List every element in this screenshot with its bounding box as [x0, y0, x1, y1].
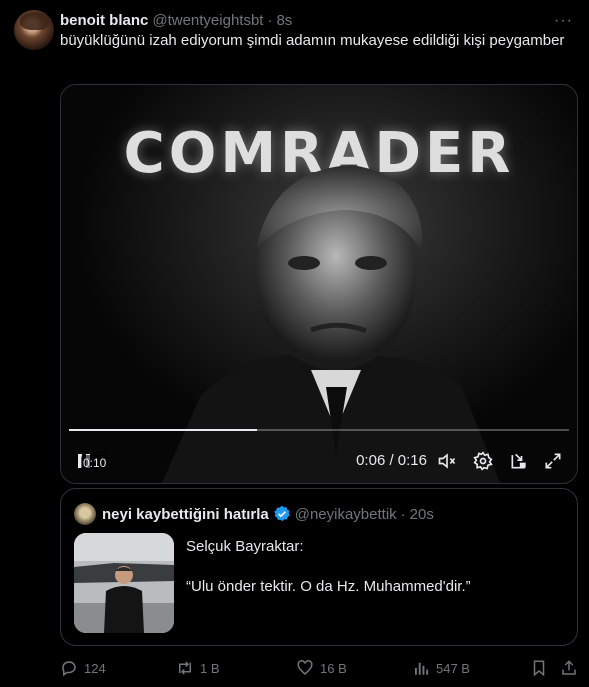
reply-count: 124	[84, 660, 106, 676]
quoted-tweet-text: Selçuk Bayraktar: “Ulu önder tektir. O d…	[186, 537, 566, 597]
video-player[interactable]: COMRADER 0:10 0:06 / 0:16	[60, 84, 578, 484]
retweet-count: 1 B	[200, 660, 220, 676]
retweet-icon	[179, 661, 191, 675]
quoted-text-line	[186, 557, 566, 577]
reply-icon	[62, 661, 76, 677]
reply-button[interactable]: 124	[60, 656, 106, 680]
share-button[interactable]	[560, 656, 578, 680]
fullscreen-icon[interactable]	[543, 451, 563, 471]
tweet-actions: 124 1 B 16 B 547 B	[60, 656, 580, 680]
views-button[interactable]: 547 B	[412, 656, 470, 680]
video-progress-bar[interactable]	[69, 429, 569, 431]
bookmark-icon	[533, 660, 545, 677]
video-time-display: 0:06 / 0:16	[356, 452, 427, 469]
views-count: 547 B	[436, 660, 470, 676]
quoted-author-avatar[interactable]	[74, 503, 96, 525]
like-count: 16 B	[320, 660, 347, 676]
video-progress-fill	[69, 429, 257, 431]
tweet-header: benoit blanc @twentyeightsbt · 8s	[60, 10, 292, 30]
video-controls: 0:10 0:06 / 0:16	[61, 445, 577, 475]
tweet: benoit blanc @twentyeightsbt · 8s ··· bü…	[0, 0, 589, 687]
tweet-timestamp[interactable]: 8s	[276, 12, 292, 29]
quoted-text-line: Selçuk Bayraktar:	[186, 538, 304, 555]
picture-in-picture-icon[interactable]	[509, 451, 529, 471]
like-button[interactable]: 16 B	[296, 656, 347, 680]
volume-muted-icon[interactable]	[437, 451, 457, 471]
author-display-name[interactable]: benoit blanc	[60, 12, 148, 29]
views-icon	[415, 662, 429, 675]
quoted-author-handle[interactable]: @neyikaybettik	[295, 506, 397, 523]
settings-icon[interactable]	[473, 451, 493, 471]
quoted-tweet[interactable]: neyi kaybettiğini hatırla @neyikaybettik…	[60, 488, 578, 646]
author-avatar[interactable]	[14, 10, 54, 50]
quoted-author-display-name[interactable]: neyi kaybettiğini hatırla	[102, 506, 269, 523]
share-icon	[562, 660, 576, 675]
video-duration-badge: 0:10	[81, 455, 109, 471]
tweet-text: büyüklüğünü izah ediyorum şimdi adamın m…	[60, 32, 565, 49]
quoted-tweet-header: neyi kaybettiğini hatırla @neyikaybettik…	[102, 503, 434, 525]
heart-icon	[297, 660, 313, 675]
retweet-button[interactable]: 1 B	[176, 656, 220, 680]
author-handle[interactable]: @twentyeightsbt	[152, 12, 263, 29]
quoted-tweet-thumbnail[interactable]	[74, 533, 174, 633]
bookmark-button[interactable]	[530, 656, 548, 680]
portrait-figure	[161, 165, 501, 483]
header-separator: ·	[267, 11, 273, 29]
verified-badge-icon	[273, 505, 290, 522]
quoted-header-separator: ·	[400, 505, 406, 523]
quoted-text-line: “Ulu önder tektir. O da Hz. Muhammed'dir…	[186, 578, 471, 595]
more-options-button[interactable]: ···	[554, 12, 573, 30]
quoted-tweet-timestamp[interactable]: 20s	[410, 506, 434, 523]
